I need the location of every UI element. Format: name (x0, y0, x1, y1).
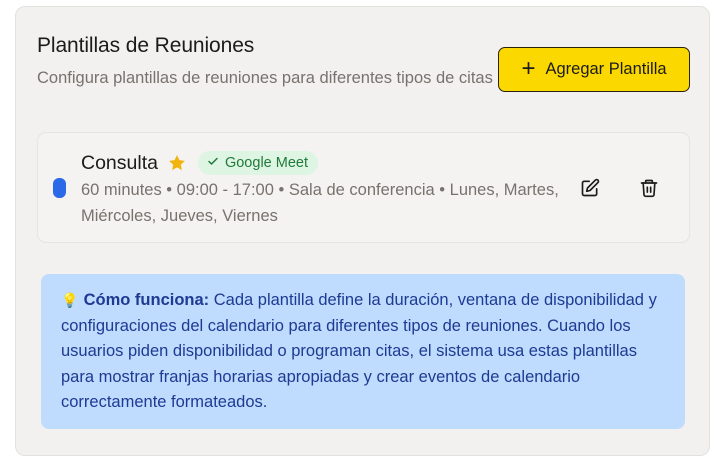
template-details: 60 minutes • 09:00 - 17:00 • Sala de con… (81, 181, 559, 225)
template-card: Consulta Google Meet 60 minutes • 09:00 … (37, 132, 690, 243)
badge-label: Google Meet (224, 155, 308, 171)
plus-icon: + (521, 54, 536, 82)
info-box: 💡 Cómo funciona: Cada plantilla define l… (41, 274, 685, 429)
template-name: Consulta (81, 151, 158, 174)
meeting-platform-badge: Google Meet (197, 151, 318, 175)
edit-icon[interactable] (577, 175, 603, 201)
section-subtitle: Configura plantillas de reuniones para d… (37, 69, 493, 87)
template-color-dot (53, 178, 66, 198)
info-heading: Cómo funciona: (83, 291, 210, 309)
check-icon (207, 155, 219, 171)
star-icon (167, 153, 187, 173)
section-title: Plantillas de Reuniones (37, 34, 255, 57)
trash-icon[interactable] (636, 175, 662, 201)
add-template-button[interactable]: + Agregar Plantilla (498, 47, 690, 92)
meeting-templates-panel: Plantillas de Reuniones Configura planti… (15, 6, 710, 456)
info-text: Cada plantilla define la duración, venta… (61, 291, 657, 411)
template-header: Consulta Google Meet (81, 151, 318, 175)
add-template-label: Agregar Plantilla (545, 60, 667, 78)
lightbulb-icon: 💡 (61, 292, 79, 308)
